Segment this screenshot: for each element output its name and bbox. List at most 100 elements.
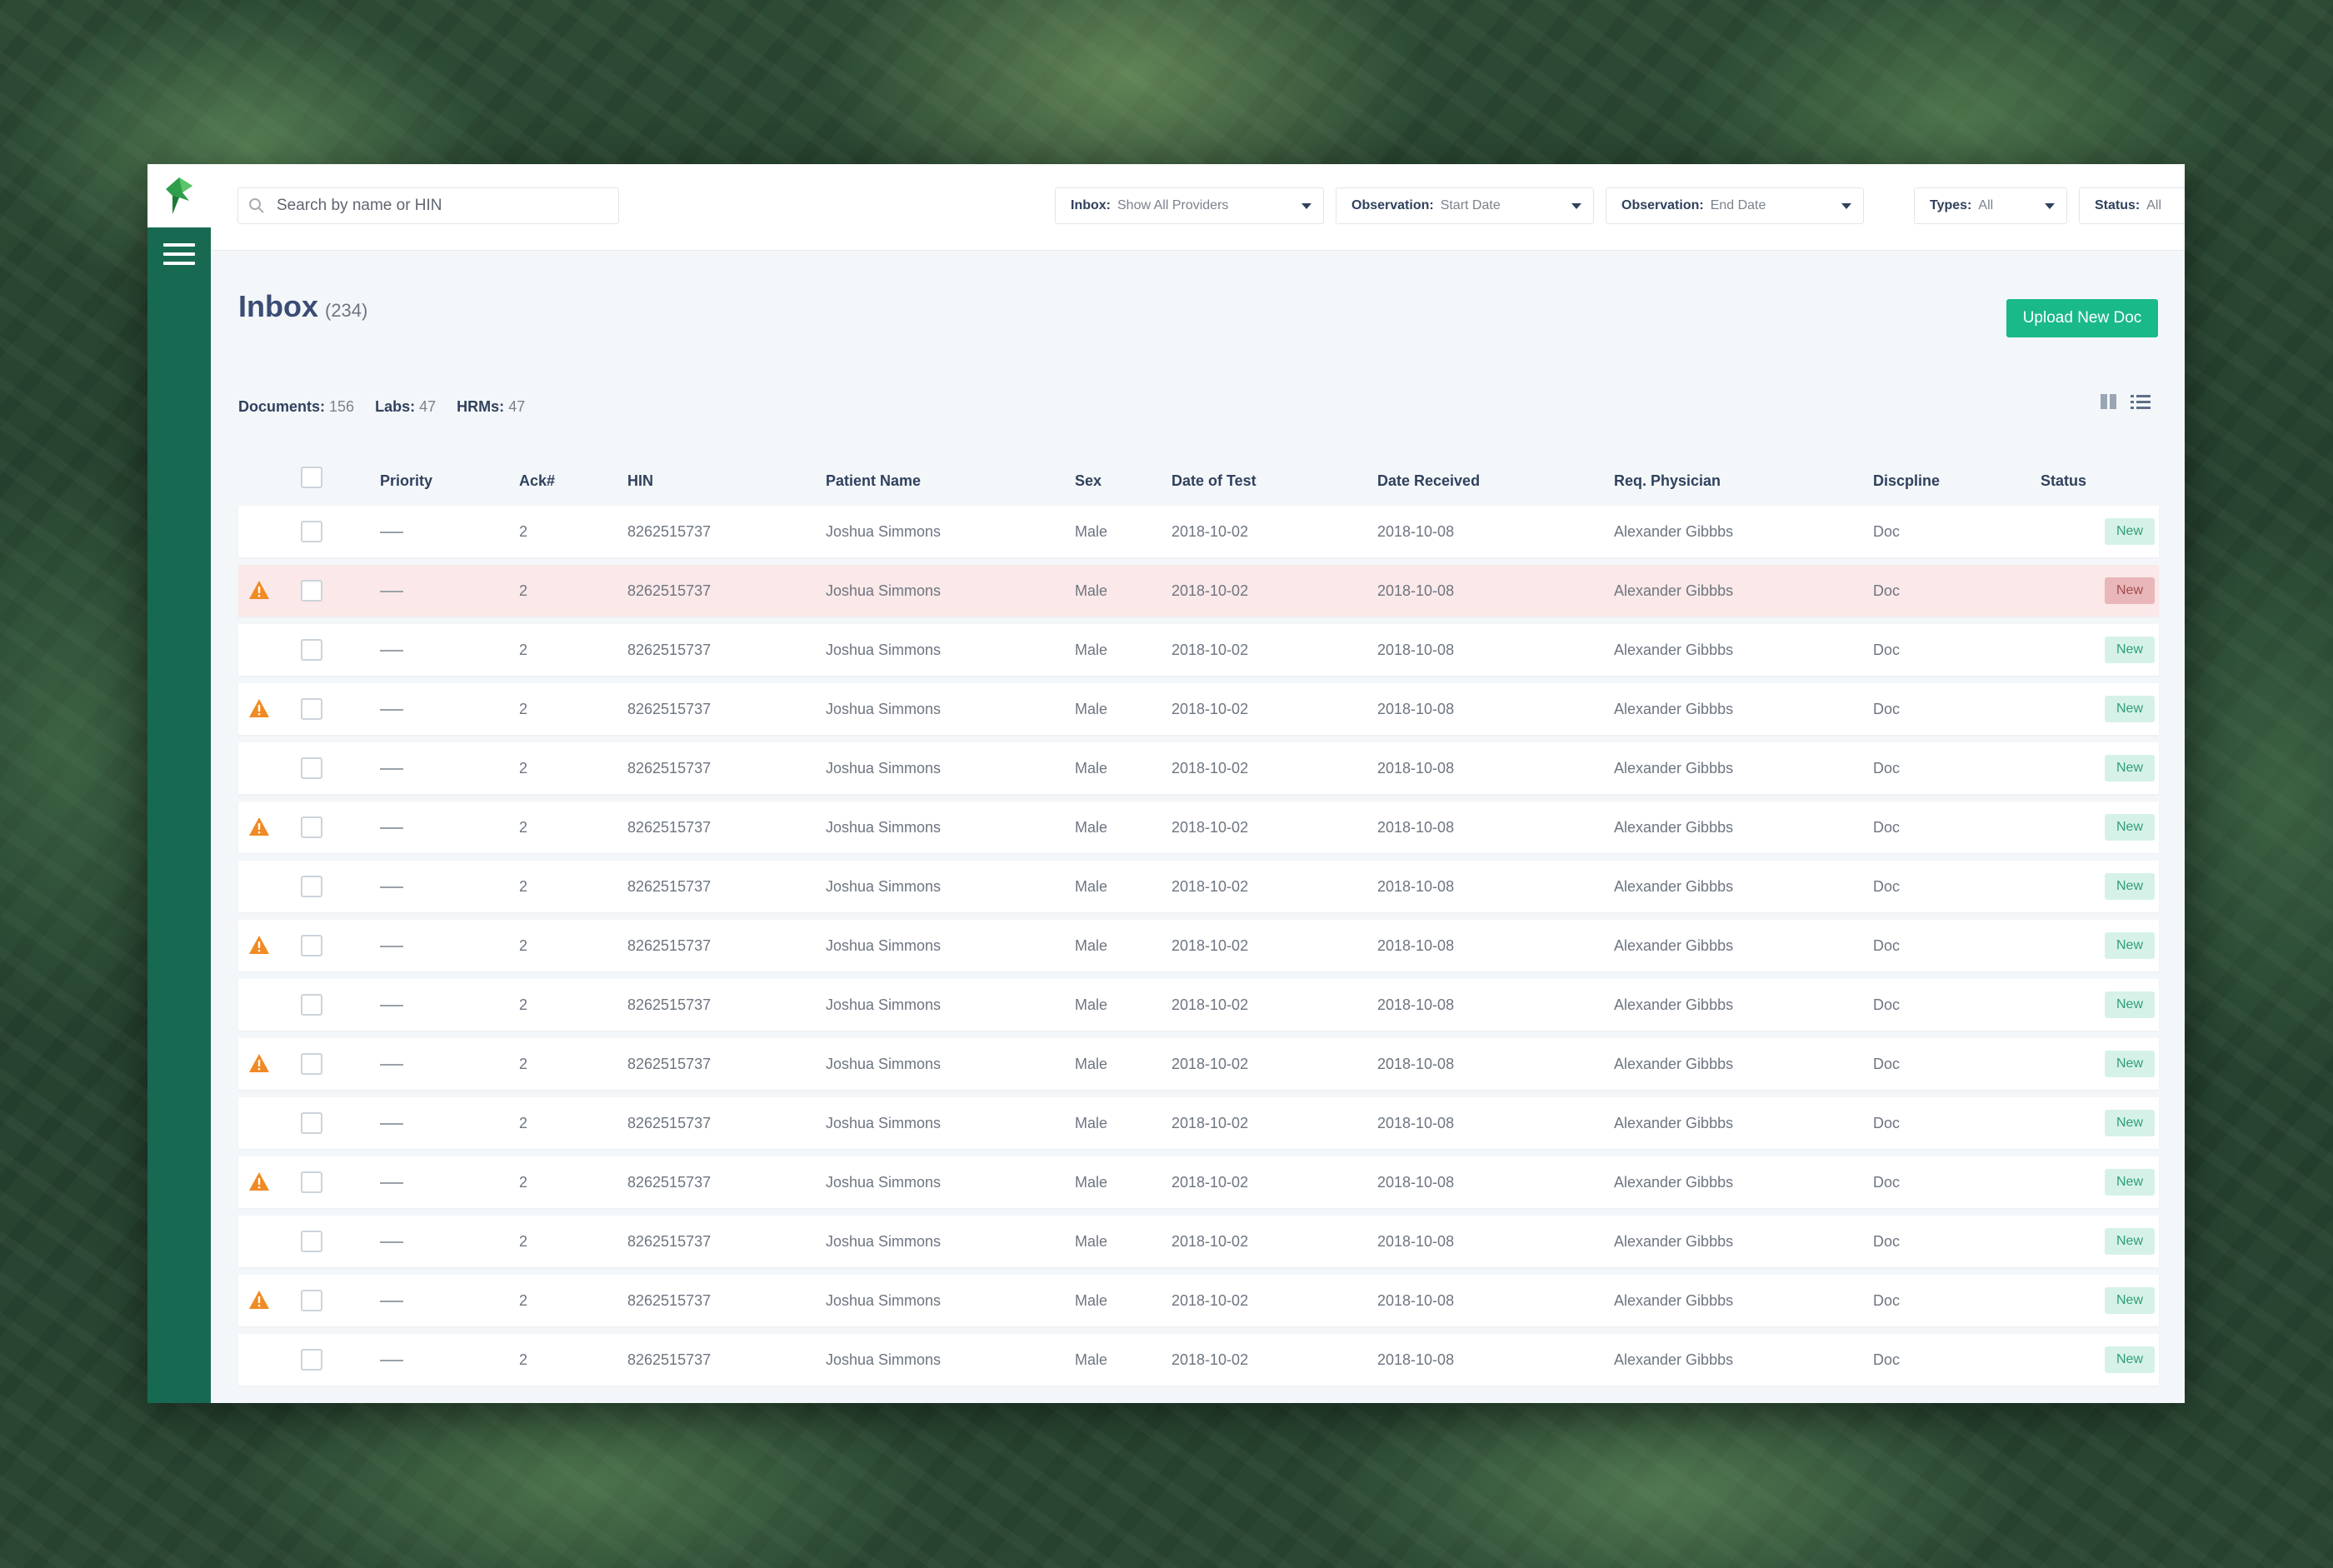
date-received-cell: 2018-10-08 <box>1377 996 1455 1013</box>
physician-cell: Alexander Gibbbs <box>1614 701 1734 717</box>
header-hin[interactable]: HIN <box>627 472 653 490</box>
upload-new-doc-button[interactable]: Upload New Doc <box>2006 299 2158 337</box>
hamburger-menu-icon[interactable] <box>163 243 195 268</box>
list-view-icon[interactable] <box>2130 393 2151 414</box>
search-input[interactable] <box>275 196 612 216</box>
hin-cell: 8262515737 <box>627 1115 712 1131</box>
ack-cell: 2 <box>519 642 528 658</box>
patient-name-cell[interactable]: Joshua Simmons <box>826 1174 941 1191</box>
patient-name-cell[interactable]: Joshua Simmons <box>826 1115 941 1132</box>
table-row[interactable]: 2 8262515737 Joshua Simmons Male 2018-10-02 2… <box>238 742 2159 794</box>
select-all-checkbox[interactable] <box>301 467 322 488</box>
table-row[interactable]: 2 8262515737 Joshua Simmons Male 2018-10-02 2… <box>238 1038 2159 1090</box>
header-physician[interactable]: Req. Physician <box>1614 472 1721 490</box>
table-row[interactable]: 2 8262515737 Joshua Simmons Male 2018-10-02 2… <box>238 1097 2159 1149</box>
date-of-test-cell: 2018-10-02 <box>1171 523 1249 540</box>
table-row[interactable]: 2 8262515737 Joshua Simmons Male 2018-10-02 2… <box>238 861 2159 912</box>
patient-name-cell[interactable]: Joshua Simmons <box>826 1233 941 1251</box>
patient-name-cell[interactable]: Joshua Simmons <box>826 582 941 600</box>
date-received-cell: 2018-10-08 <box>1377 582 1455 599</box>
table-row[interactable]: 2 8262515737 Joshua Simmons Male 2018-10-02 2… <box>238 506 2159 557</box>
hin-cell: 8262515737 <box>627 760 712 777</box>
physician-cell: Alexander Gibbbs <box>1614 1115 1734 1131</box>
table-row[interactable]: 2 8262515737 Joshua Simmons Male 2018-10-02 2… <box>238 801 2159 853</box>
header-status[interactable]: Status <box>2041 472 2086 490</box>
priority-dash <box>380 1123 403 1125</box>
header-patient-name[interactable]: Patient Name <box>826 472 921 490</box>
priority-dash <box>380 886 403 888</box>
app-logo[interactable] <box>147 164 211 227</box>
patient-name-cell[interactable]: Joshua Simmons <box>826 1056 941 1073</box>
chevron-down-icon <box>1301 203 1311 209</box>
observation-start-filter[interactable]: Observation: Start Date <box>1336 187 1594 224</box>
sex-cell: Male <box>1075 760 1108 777</box>
header-date-received[interactable]: Date Received <box>1377 472 1480 490</box>
warning-icon <box>248 935 270 955</box>
table-row[interactable]: 2 8262515737 Joshua Simmons Male 2018-10-02 2… <box>238 979 2159 1031</box>
patient-name-cell[interactable]: Joshua Simmons <box>826 1292 941 1310</box>
table-row[interactable]: 2 8262515737 Joshua Simmons Male 2018-10-02 2… <box>238 1216 2159 1267</box>
physician-cell: Alexander Gibbbs <box>1614 582 1734 599</box>
row-checkbox[interactable] <box>301 994 322 1016</box>
table-row[interactable]: 2 8262515737 Joshua Simmons Male 2018-10-02 2… <box>238 920 2159 971</box>
patient-name-cell[interactable]: Joshua Simmons <box>826 878 941 896</box>
physician-cell: Alexander Gibbbs <box>1614 1056 1734 1072</box>
row-checkbox[interactable] <box>301 639 322 661</box>
table-row[interactable]: 2 8262515737 Joshua Simmons Male 2018-10-02 2… <box>238 683 2159 735</box>
row-checkbox[interactable] <box>301 698 322 720</box>
date-of-test-cell: 2018-10-02 <box>1171 1115 1249 1131</box>
patient-name-cell[interactable]: Joshua Simmons <box>826 996 941 1014</box>
row-checkbox[interactable] <box>301 1053 322 1075</box>
row-checkbox[interactable] <box>301 1349 322 1371</box>
sex-cell: Male <box>1075 1292 1108 1309</box>
grid-view-icon[interactable] <box>2100 393 2118 414</box>
physician-cell: Alexander Gibbbs <box>1614 642 1734 658</box>
status-badge: New <box>2105 637 2155 663</box>
patient-name-cell[interactable]: Joshua Simmons <box>826 937 941 955</box>
row-checkbox[interactable] <box>301 1231 322 1252</box>
patient-name-cell[interactable]: Joshua Simmons <box>826 760 941 777</box>
status-filter[interactable]: Status: All <box>2079 187 2185 224</box>
row-checkbox[interactable] <box>301 521 322 542</box>
row-checkbox[interactable] <box>301 1171 322 1193</box>
search-box[interactable] <box>237 187 619 224</box>
header-date-of-test[interactable]: Date of Test <box>1171 472 1256 490</box>
hin-cell: 8262515737 <box>627 1174 712 1191</box>
observation-end-filter[interactable]: Observation: End Date <box>1606 187 1864 224</box>
patient-name-cell[interactable]: Joshua Simmons <box>826 523 941 541</box>
row-checkbox[interactable] <box>301 757 322 779</box>
header-sex[interactable]: Sex <box>1075 472 1102 490</box>
header-priority[interactable]: Priority <box>380 472 432 490</box>
table-row[interactable]: 2 8262515737 Joshua Simmons Male 2018-10-02 2… <box>238 1275 2159 1326</box>
header-ack[interactable]: Ack# <box>519 472 555 490</box>
row-checkbox[interactable] <box>301 1112 322 1134</box>
warning-icon <box>248 1171 270 1191</box>
hin-cell: 8262515737 <box>627 701 712 717</box>
ack-cell: 2 <box>519 878 528 895</box>
patient-name-cell[interactable]: Joshua Simmons <box>826 1351 941 1369</box>
table-row[interactable]: 2 8262515737 Joshua Simmons Male 2018-10-02 2… <box>238 624 2159 676</box>
table-row[interactable]: 2 8262515737 Joshua Simmons Male 2018-10-02 2… <box>238 565 2159 617</box>
discipline-cell: Doc <box>1873 819 1901 836</box>
inbox-provider-filter[interactable]: Inbox: Show All Providers <box>1055 187 1324 224</box>
table-row[interactable]: 2 8262515737 Joshua Simmons Male 2018-10-02 2… <box>238 1334 2159 1386</box>
discipline-cell: Doc <box>1873 996 1901 1013</box>
table-row[interactable]: 2 8262515737 Joshua Simmons Male 2018-10-02 2… <box>238 1156 2159 1208</box>
sex-cell: Male <box>1075 642 1108 658</box>
date-received-cell: 2018-10-08 <box>1377 819 1455 836</box>
row-checkbox[interactable] <box>301 816 322 838</box>
patient-name-cell[interactable]: Joshua Simmons <box>826 819 941 836</box>
row-checkbox[interactable] <box>301 876 322 897</box>
date-received-cell: 2018-10-08 <box>1377 523 1455 540</box>
row-checkbox[interactable] <box>301 935 322 956</box>
ack-cell: 2 <box>519 1115 528 1131</box>
patient-name-cell[interactable]: Joshua Simmons <box>826 642 941 659</box>
types-filter[interactable]: Types: All <box>1914 187 2067 224</box>
patient-name-cell[interactable]: Joshua Simmons <box>826 701 941 718</box>
header-discipline[interactable]: Discpline <box>1873 472 1940 490</box>
row-checkbox[interactable] <box>301 1290 322 1311</box>
row-checkbox[interactable] <box>301 580 322 602</box>
logo-icon <box>166 177 192 214</box>
status-badge: New <box>2105 873 2155 900</box>
hrms-count: 47 <box>508 398 526 415</box>
